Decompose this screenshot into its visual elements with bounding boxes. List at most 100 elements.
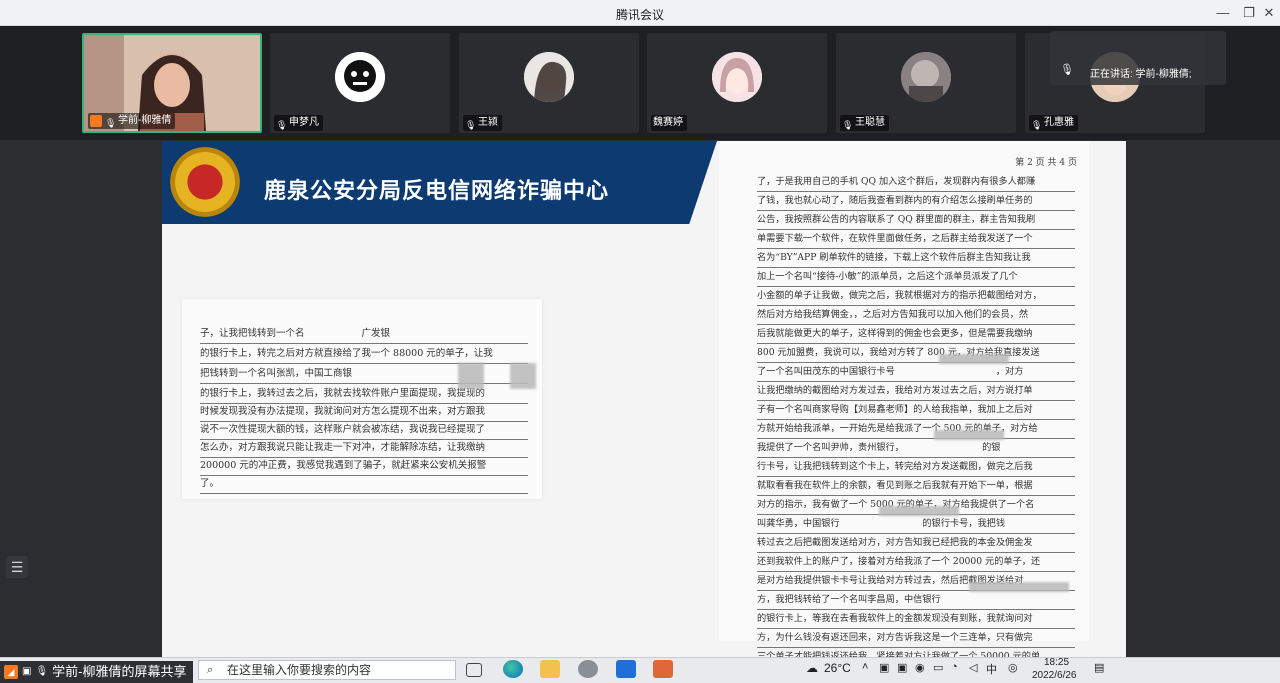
doc-line: 800 元加盟费，我说可以，我给对方转了 800 元，对方给我直接发送 (757, 342, 1075, 363)
notification-icon[interactable]: ▤ (1094, 661, 1104, 674)
doc-line: 200000 元的冲正费，我感觉我遇到了骗子，就赶紧来公安机关报警 (200, 457, 528, 476)
host-icon: ◢ (4, 665, 18, 679)
powerpoint-icon[interactable] (653, 660, 673, 678)
mic-icon: 🎙 (35, 666, 49, 677)
doc-line: 我提供了一个名叫尹帅，贵州银行， 的银 (757, 437, 1075, 458)
doc-line: 三个单子才能把钱返还给我，紧接着对方让我做了一个 50000 元的单 (757, 646, 1075, 657)
weather-icon: ☁ (806, 661, 818, 675)
redaction-blur (969, 582, 1069, 592)
redaction-blur (879, 506, 959, 516)
doc-line: 了钱，我也就心动了，随后我查看到群内的有介绍怎么接刷单任务的 (757, 190, 1075, 211)
doc-line: 行卡号，让我把钱转到这个卡上，转完给对方发送截图，做完之后我 (757, 456, 1075, 477)
participant-name: 申梦凡 (289, 117, 319, 128)
doc-line: 子有一个名叫商家导购【刘易鑫老师】的人给我指单，我加上之后对 (757, 399, 1075, 420)
search-icon: ⌕ (207, 664, 214, 676)
document-excerpt-1: 子，让我把钱转到一个名 广发银 的银行卡上，转完之后对方就直接给了我一个 880… (182, 299, 542, 499)
tray-app-icon[interactable]: ▣ (879, 661, 889, 674)
mic-muted-icon: 🎙 (465, 120, 477, 130)
list-icon[interactable]: ☰ (6, 556, 28, 578)
doc-line: 就取看看我在软件上的余额，看见到账之后我就有开始下一单，根据 (757, 475, 1075, 496)
shared-slide: 鹿泉公安分局反电信网络诈骗中心 子，让我把钱转到一个名 广发银 的银行卡上，转完… (162, 141, 1126, 657)
participant-tile[interactable]: 🎙 申梦凡 (270, 33, 450, 133)
doc-line: 方，为什么钱没有返还回来，对方告诉我这是一个三连单，只有做完 (757, 627, 1075, 648)
taskbar-search-input[interactable]: ⌕ 在这里输入你要搜索的内容 (198, 660, 456, 680)
redaction-blur (510, 363, 536, 389)
document-excerpt-2: 第 2 页 共 4 页 了，于是我用自己的手机 QQ 加入这个群后，发现群内有很… (719, 141, 1089, 657)
doc-line: 加上一个名叫“接待-小敏”的派单员，之后这个派单员派发了几个 (757, 266, 1075, 287)
participant-label: 🎙 学前-柳雅倩 (88, 113, 176, 129)
doc-line: 了，于是我用自己的手机 QQ 加入这个群后，发现群内有很多人都赚 (757, 171, 1075, 192)
share-label-text: 学前-柳雅倩的屏幕共享 (52, 664, 187, 679)
doc-line: 还到我软件上的账户了，接着对方给我派了一个 20000 元的单子，还 (757, 551, 1075, 572)
maximize-button[interactable]: ❐ (1238, 4, 1260, 22)
avatar (524, 52, 574, 102)
doc-line: 说不一次性提现大额的钱，这样账户就会被冻结，我说我已经提现了 (200, 421, 528, 440)
doc-line: 名为“BY”APP 刷单软件的链接，下载上这个软件后群主告知我让我 (757, 247, 1075, 268)
participant-tile[interactable]: 🎙 学前-柳雅倩 (82, 33, 262, 133)
ime-icon[interactable]: 中 (986, 661, 997, 677)
participant-name: 王聪慧 (855, 117, 885, 128)
clock-time[interactable]: 18:25 (1044, 657, 1069, 668)
redaction-blur (458, 363, 484, 389)
weather-temp[interactable]: 26°C (824, 661, 851, 675)
app-icon[interactable] (578, 660, 598, 678)
task-view-icon[interactable] (466, 663, 482, 677)
doc-line: 方就开始给我派单，一开始先是给我派了一个 500 元的单子，对方给 (757, 418, 1075, 439)
battery-icon[interactable]: ▭ (933, 661, 943, 674)
tencent-meeting-icon[interactable] (616, 660, 636, 678)
chevron-up-icon[interactable]: ˄ (862, 661, 868, 673)
doc-line: 然后对方给我结算佣金，，之后对方告知我可以加入他们的会员，然 (757, 304, 1075, 325)
edge-browser-icon[interactable] (503, 660, 523, 678)
speaking-label: 正在讲话: 学前-柳雅倩; (1090, 69, 1192, 80)
close-button[interactable]: ✕ (1258, 4, 1280, 22)
mic-muted-icon: 🎙 (842, 120, 854, 130)
doc-line: 小金额的单子让我做，做完之后，我就根据对方的指示把截图给对方， (757, 285, 1075, 306)
participant-name: 学前-柳雅倩 (118, 115, 172, 126)
participant-tile[interactable]: 🎙 王聪慧 (836, 33, 1016, 133)
avatar (335, 52, 385, 102)
participant-label: 🎙 孔惠雅 (1029, 115, 1078, 131)
doc-line: 的银行卡上，转完之后对方就直接给了我一个 88000 元的单子，让我 (200, 345, 528, 364)
clock-date[interactable]: 2022/6/26 (1032, 670, 1077, 681)
volume-icon[interactable]: ◁ (969, 661, 977, 674)
avatar (712, 52, 762, 102)
host-icon (90, 115, 102, 127)
doc-line: 怎么办，对方跟我说只能让我走一下对冲，才能解除冻结，让我缴纳 (200, 439, 528, 458)
doc-line: 方，我把钱转给了一个名叫李昌周，中信银行 (757, 589, 1075, 610)
participant-tile[interactable]: 魏赛婷 (647, 33, 827, 133)
file-explorer-icon[interactable] (540, 660, 560, 678)
screen-share-label: ◢ ▣ 🎙 学前-柳雅倩的屏幕共享 (0, 661, 193, 683)
speaking-indicator: 🎙 正在讲话: 学前-柳雅倩; (1050, 31, 1226, 85)
slide-banner: 鹿泉公安分局反电信网络诈骗中心 (162, 141, 717, 224)
doc-line: 了。 (200, 475, 528, 494)
tray-app-icon[interactable]: ◎ (1008, 661, 1018, 674)
participant-label: 🎙 王聪慧 (840, 115, 889, 131)
doc-line: 后我就能做更大的单子，这样得到的佣金也会更多，但是需要我缴纳 (757, 323, 1075, 344)
mic-muted-icon: 🎙 (276, 120, 288, 130)
participant-label: 🎙 王颍 (463, 115, 502, 131)
minimize-button[interactable]: — (1212, 4, 1234, 22)
participant-label: 🎙 申梦凡 (274, 115, 323, 131)
participant-tile[interactable]: 🎙 王颍 (459, 33, 639, 133)
mic-muted-icon: 🎙 (1031, 120, 1043, 130)
doc-line: 了一个名叫田茂东的中国银行卡号 ，对方 (757, 361, 1075, 382)
participant-label: 魏赛婷 (651, 115, 687, 131)
doc-line: 子，让我把钱转到一个名 广发银 (200, 325, 528, 344)
page-number: 第 2 页 共 4 页 (1015, 158, 1077, 168)
doc-line: 时候发现我没有办法提现，我就询问对方怎么提现不出来，对方跟我 (200, 403, 528, 422)
doc-line: 叫龚华勇，中国银行 的银行卡号，我把钱 (757, 513, 1075, 534)
redaction-blur (934, 430, 1004, 440)
doc-line: 转过去之后把截图发送给对方，对方告知我已经把我的本金及佣金发 (757, 532, 1075, 553)
wifi-icon[interactable]: ◔ (951, 661, 958, 673)
mic-speaking-icon: 🎙 (1060, 64, 1074, 76)
avatar (901, 52, 951, 102)
doc-line: 的银行卡上，等我在去看我软件上的金额发现没有到账，我就询问对 (757, 608, 1075, 629)
tray-app-icon[interactable]: ▣ (897, 661, 907, 674)
doc-line: 让我把缴纳的截图给对方发过去，我给对方发过去之后，对方说打单 (757, 380, 1075, 401)
search-placeholder: 在这里输入你要搜索的内容 (227, 663, 372, 677)
participant-name: 王颍 (478, 117, 498, 128)
tray-app-icon[interactable]: ◉ (915, 661, 925, 674)
window-title: 腾讯会议 (615, 8, 664, 22)
participant-name: 魏赛婷 (653, 117, 683, 128)
participant-name: 孔惠雅 (1044, 117, 1074, 128)
